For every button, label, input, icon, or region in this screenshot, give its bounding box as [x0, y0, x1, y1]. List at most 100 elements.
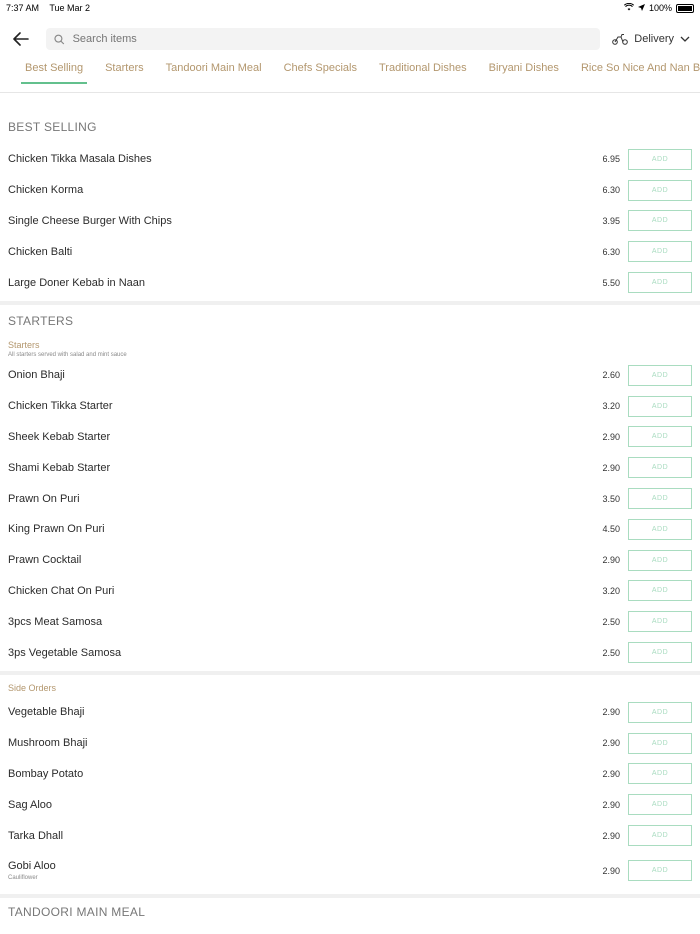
add-button[interactable]: ADD [628, 642, 692, 664]
item-price: 6.30 [602, 246, 620, 257]
add-button[interactable]: ADD [628, 763, 692, 785]
menu-item[interactable]: Chicken Chat On Puri 3.20 ADD [0, 576, 700, 607]
add-button[interactable]: ADD [628, 241, 692, 263]
item-price: 3.50 [602, 493, 620, 504]
menu-item[interactable]: King Prawn On Puri 4.50 ADD [0, 514, 700, 545]
menu-item[interactable]: Chicken Korma 6.30 ADD [0, 175, 700, 206]
item-price: 2.50 [602, 647, 620, 658]
status-date: Tue Mar 2 [49, 3, 91, 13]
tab-best-selling[interactable]: Best Selling [21, 62, 88, 84]
menu-item[interactable]: Large Doner Kebab in Naan 5.50 ADD [0, 267, 700, 298]
item-name-block: Gobi Aloo Cauliflower [8, 860, 602, 881]
add-button[interactable]: ADD [628, 732, 692, 754]
menu-item[interactable]: Prawn Cocktail 2.90 ADD [0, 545, 700, 576]
item-price: 2.90 [602, 830, 620, 841]
add-button[interactable]: ADD [628, 549, 692, 571]
item-name: 3ps Vegetable Samosa [8, 646, 122, 659]
menu-item[interactable]: Gobi Aloo Cauliflower 2.90 ADD [0, 851, 700, 891]
add-button[interactable]: ADD [628, 179, 692, 201]
add-button[interactable]: ADD [628, 701, 692, 723]
add-button[interactable]: ADD [628, 272, 692, 294]
delivery-label: Delivery [634, 33, 674, 45]
search-input[interactable] [70, 32, 593, 46]
menu-item[interactable]: Mushroom Bhaji 2.90 ADD [0, 728, 700, 759]
item-name: Prawn Cocktail [8, 554, 82, 567]
add-button[interactable]: ADD [628, 488, 692, 510]
tab-starters[interactable]: Starters [101, 62, 148, 82]
tab-chefs-specials[interactable]: Chefs Specials [280, 62, 361, 82]
menu-item[interactable]: Single Cheese Burger With Chips 3.95 ADD [0, 206, 700, 237]
add-button[interactable]: ADD [628, 794, 692, 816]
category-tabs: Best Selling Starters Tandoori Main Meal… [0, 62, 700, 93]
item-price: 3.20 [602, 401, 620, 412]
item-name: Vegetable Bhaji [8, 706, 85, 719]
subcategory-title: Side Orders [8, 682, 57, 693]
item-name: Prawn On Puri [8, 492, 80, 505]
item-name: Chicken Balti [8, 245, 73, 258]
item-price: 5.50 [602, 277, 620, 288]
item-name: Shami Kebab Starter [8, 461, 111, 474]
item-price: 2.90 [602, 431, 620, 442]
item-price: 2.60 [602, 370, 620, 381]
item-name: Tarka Dhall [8, 829, 64, 842]
back-button[interactable] [10, 28, 32, 50]
battery-icon [676, 3, 694, 13]
tab-rice-and-nan-breads[interactable]: Rice So Nice And Nan Breads [577, 62, 700, 82]
menu-item[interactable]: Chicken Tikka Starter 3.20 ADD [0, 391, 700, 422]
delivery-selector[interactable]: Delivery [612, 33, 690, 45]
add-button[interactable]: ADD [628, 518, 692, 540]
add-button[interactable]: ADD [628, 426, 692, 448]
item-name: Large Doner Kebab in Naan [8, 276, 145, 289]
tab-biryani-dishes[interactable]: Biryani Dishes [485, 62, 563, 82]
menu-item[interactable]: Onion Bhaji 2.60 ADD [0, 360, 700, 391]
side-orders-section: Side Orders Vegetable Bhaji 2.90 ADD Mus… [0, 675, 700, 891]
item-price: 6.95 [602, 154, 620, 165]
tab-traditional-dishes[interactable]: Traditional Dishes [375, 62, 471, 82]
item-price: 2.90 [602, 865, 620, 876]
menu-item[interactable]: Shami Kebab Starter 2.90 ADD [0, 452, 700, 483]
status-bar: 7:37 AM Tue Mar 2 100% [0, 0, 700, 16]
item-price: 2.50 [602, 616, 620, 627]
tab-tandoori-main-meal[interactable]: Tandoori Main Meal [162, 62, 266, 82]
menu-item[interactable]: 3pcs Meat Samosa 2.50 ADD [0, 606, 700, 637]
item-price: 2.90 [602, 555, 620, 566]
item-price: 2.90 [602, 462, 620, 473]
add-button[interactable]: ADD [628, 148, 692, 170]
item-price: 2.90 [602, 707, 620, 718]
search-bar[interactable] [46, 28, 601, 50]
menu-item[interactable]: Bombay Potato 2.90 ADD [0, 759, 700, 790]
menu-item[interactable]: 3ps Vegetable Samosa 2.50 ADD [0, 637, 700, 668]
item-name: Sheek Kebab Starter [8, 430, 111, 443]
add-button[interactable]: ADD [628, 364, 692, 386]
item-name: Mushroom Bhaji [8, 737, 88, 750]
item-price: 3.20 [602, 585, 620, 596]
wifi-icon [623, 2, 635, 13]
menu-item[interactable]: Vegetable Bhaji 2.90 ADD [0, 697, 700, 728]
menu-item[interactable]: Chicken Balti 6.30 ADD [0, 236, 700, 267]
item-name: Bombay Potato [8, 767, 84, 780]
item-name: King Prawn On Puri [8, 523, 105, 536]
add-button[interactable]: ADD [628, 457, 692, 479]
subcategory-title: Starters [8, 339, 40, 350]
add-button[interactable]: ADD [628, 611, 692, 633]
menu-item[interactable]: Prawn On Puri 3.50 ADD [0, 483, 700, 514]
status-time: 7:37 AM [6, 3, 40, 13]
menu-item[interactable]: Sheek Kebab Starter 2.90 ADD [0, 422, 700, 453]
add-button[interactable]: ADD [628, 395, 692, 417]
menu-item[interactable]: Chicken Tikka Masala Dishes 6.95 ADD [0, 144, 700, 175]
tandoori-section: TANDOORI MAIN MEAL [0, 898, 700, 919]
add-button[interactable]: ADD [628, 580, 692, 602]
section-title-best-selling: BEST SELLING [8, 120, 97, 134]
menu-item[interactable]: Tarka Dhall 2.90 ADD [0, 820, 700, 851]
add-button[interactable]: ADD [628, 210, 692, 232]
item-name: Sag Aloo [8, 798, 53, 811]
item-name: Chicken Korma [8, 184, 84, 197]
item-name: Single Cheese Burger With Chips [8, 214, 172, 227]
menu-item[interactable]: Sag Aloo 2.90 ADD [0, 789, 700, 820]
add-button[interactable]: ADD [628, 825, 692, 847]
starters-section: STARTERS Starters All starters served wi… [0, 305, 700, 668]
section-title-starters: STARTERS [8, 313, 74, 328]
back-arrow-icon [13, 32, 29, 46]
add-button[interactable]: ADD [628, 860, 692, 882]
top-bar: Delivery [0, 16, 700, 62]
